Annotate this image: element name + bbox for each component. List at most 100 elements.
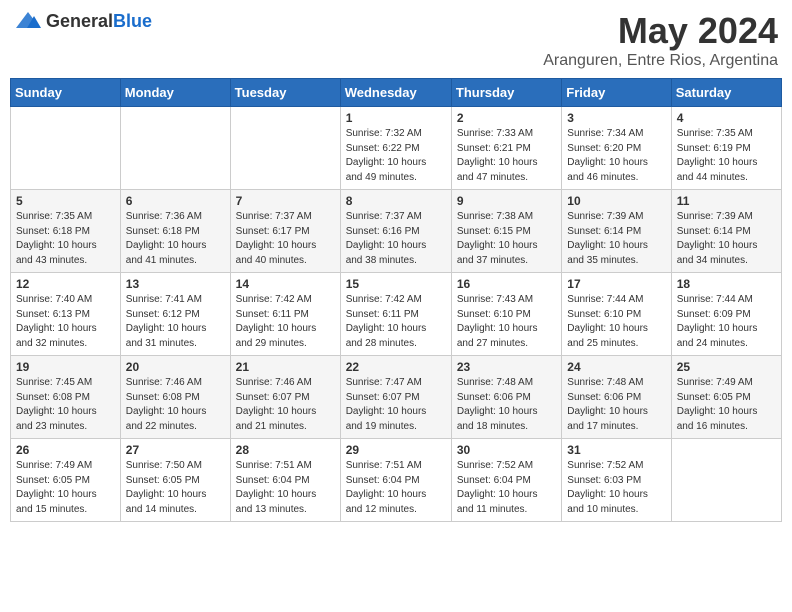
- location-title: Aranguren, Entre Rios, Argentina: [543, 52, 778, 70]
- calendar-day-cell: 15Sunrise: 7:42 AM Sunset: 6:11 PM Dayli…: [340, 273, 451, 356]
- calendar-day-cell: 3 Sunrise: 7:34 AM Sunset: 6:20 PM Daylig…: [562, 107, 671, 190]
- calendar-day-cell: 20Sunrise: 7:46 AM Sunset: 6:08 PM Dayli…: [120, 356, 230, 439]
- calendar-day-cell: 11Sunrise: 7:39 AM Sunset: 6:14 PM Dayli…: [671, 190, 781, 273]
- day-info: Sunrise: 7:49 AM Sunset: 6:05 PM Dayligh…: [16, 459, 115, 517]
- calendar-day-cell: 1 Sunrise: 7:32 AM Sunset: 6:22 PM Daylig…: [340, 107, 451, 190]
- day-info: Sunrise: 7:35 AM Sunset: 6:19 PM Dayligh…: [677, 127, 776, 185]
- calendar-week-row: 1 Sunrise: 7:32 AM Sunset: 6:22 PM Daylig…: [11, 107, 782, 190]
- col-saturday: Saturday: [671, 79, 781, 107]
- calendar-day-cell: 24 Sunrise: 7:48 AM Sunset: 6:06 PM Dayli…: [562, 356, 671, 439]
- day-number: 28: [236, 443, 335, 457]
- day-number: 23: [457, 360, 556, 374]
- day-info: Sunrise: 7:39 AM Sunset: 6:14 PM Dayligh…: [567, 210, 665, 268]
- day-info: Sunrise: 7:52 AM Sunset: 6:03 PM Dayligh…: [567, 459, 665, 517]
- day-number: 12: [16, 277, 115, 291]
- calendar-day-cell: 18Sunrise: 7:44 AM Sunset: 6:09 PM Dayli…: [671, 273, 781, 356]
- day-number: 6: [126, 194, 225, 208]
- calendar-week-row: 19 Sunrise: 7:45 AM Sunset: 6:08 PM Dayli…: [11, 356, 782, 439]
- day-info: Sunrise: 7:44 AM Sunset: 6:10 PM Dayligh…: [567, 293, 665, 351]
- day-info: Sunrise: 7:36 AM Sunset: 6:18 PM Dayligh…: [126, 210, 225, 268]
- col-thursday: Thursday: [451, 79, 561, 107]
- calendar-day-cell: 5 Sunrise: 7:35 AM Sunset: 6:18 PM Daylig…: [11, 190, 121, 273]
- day-info: Sunrise: 7:41 AM Sunset: 6:12 PM Dayligh…: [126, 293, 225, 351]
- day-info: Sunrise: 7:44 AM Sunset: 6:09 PM Dayligh…: [677, 293, 776, 351]
- day-number: 4: [677, 111, 776, 125]
- day-info: Sunrise: 7:37 AM Sunset: 6:16 PM Dayligh…: [346, 210, 446, 268]
- day-number: 8: [346, 194, 446, 208]
- col-wednesday: Wednesday: [340, 79, 451, 107]
- title-area: May 2024 Aranguren, Entre Rios, Argentin…: [543, 10, 778, 70]
- calendar-week-row: 12 Sunrise: 7:40 AM Sunset: 6:13 PM Dayli…: [11, 273, 782, 356]
- day-number: 27: [126, 443, 225, 457]
- calendar-day-cell: [11, 107, 121, 190]
- calendar-day-cell: 4 Sunrise: 7:35 AM Sunset: 6:19 PM Daylig…: [671, 107, 781, 190]
- day-number: 17: [567, 277, 665, 291]
- day-number: 14: [236, 277, 335, 291]
- day-info: Sunrise: 7:32 AM Sunset: 6:22 PM Dayligh…: [346, 127, 446, 185]
- calendar-day-cell: 2 Sunrise: 7:33 AM Sunset: 6:21 PM Daylig…: [451, 107, 561, 190]
- day-number: 3: [567, 111, 665, 125]
- day-number: 24: [567, 360, 665, 374]
- calendar-day-cell: [120, 107, 230, 190]
- day-info: Sunrise: 7:49 AM Sunset: 6:05 PM Dayligh…: [677, 376, 776, 434]
- day-number: 31: [567, 443, 665, 457]
- calendar-week-row: 26 Sunrise: 7:49 AM Sunset: 6:05 PM Dayli…: [11, 439, 782, 522]
- day-info: Sunrise: 7:51 AM Sunset: 6:04 PM Dayligh…: [236, 459, 335, 517]
- day-info: Sunrise: 7:45 AM Sunset: 6:08 PM Dayligh…: [16, 376, 115, 434]
- calendar-day-cell: 17 Sunrise: 7:44 AM Sunset: 6:10 PM Dayli…: [562, 273, 671, 356]
- day-number: 21: [236, 360, 335, 374]
- col-tuesday: Tuesday: [230, 79, 340, 107]
- day-info: Sunrise: 7:37 AM Sunset: 6:17 PM Dayligh…: [236, 210, 335, 268]
- day-info: Sunrise: 7:48 AM Sunset: 6:06 PM Dayligh…: [567, 376, 665, 434]
- day-number: 2: [457, 111, 556, 125]
- col-sunday: Sunday: [11, 79, 121, 107]
- calendar-day-cell: 30Sunrise: 7:52 AM Sunset: 6:04 PM Dayli…: [451, 439, 561, 522]
- day-number: 7: [236, 194, 335, 208]
- calendar-day-cell: 19 Sunrise: 7:45 AM Sunset: 6:08 PM Dayli…: [11, 356, 121, 439]
- calendar-day-cell: 10 Sunrise: 7:39 AM Sunset: 6:14 PM Dayli…: [562, 190, 671, 273]
- day-number: 5: [16, 194, 115, 208]
- calendar-day-cell: 13 Sunrise: 7:41 AM Sunset: 6:12 PM Dayli…: [120, 273, 230, 356]
- day-number: 1: [346, 111, 446, 125]
- calendar-day-cell: 12 Sunrise: 7:40 AM Sunset: 6:13 PM Dayli…: [11, 273, 121, 356]
- day-info: Sunrise: 7:40 AM Sunset: 6:13 PM Dayligh…: [16, 293, 115, 351]
- calendar-day-cell: [671, 439, 781, 522]
- calendar-day-cell: 16 Sunrise: 7:43 AM Sunset: 6:10 PM Dayli…: [451, 273, 561, 356]
- day-number: 20: [126, 360, 225, 374]
- day-info: Sunrise: 7:42 AM Sunset: 6:11 PM Dayligh…: [236, 293, 335, 351]
- day-number: 13: [126, 277, 225, 291]
- day-info: Sunrise: 7:52 AM Sunset: 6:04 PM Dayligh…: [457, 459, 556, 517]
- calendar-day-cell: 26 Sunrise: 7:49 AM Sunset: 6:05 PM Dayli…: [11, 439, 121, 522]
- col-friday: Friday: [562, 79, 671, 107]
- day-number: 19: [16, 360, 115, 374]
- calendar-day-cell: 29Sunrise: 7:51 AM Sunset: 6:04 PM Dayli…: [340, 439, 451, 522]
- calendar-header-row: Sunday Monday Tuesday Wednesday Thursday…: [11, 79, 782, 107]
- col-monday: Monday: [120, 79, 230, 107]
- calendar-day-cell: 8 Sunrise: 7:37 AM Sunset: 6:16 PM Daylig…: [340, 190, 451, 273]
- calendar-day-cell: 6 Sunrise: 7:36 AM Sunset: 6:18 PM Daylig…: [120, 190, 230, 273]
- calendar-day-cell: 9Sunrise: 7:38 AM Sunset: 6:15 PM Daylig…: [451, 190, 561, 273]
- month-title: May 2024: [543, 10, 778, 52]
- calendar-day-cell: 25Sunrise: 7:49 AM Sunset: 6:05 PM Dayli…: [671, 356, 781, 439]
- day-info: Sunrise: 7:43 AM Sunset: 6:10 PM Dayligh…: [457, 293, 556, 351]
- logo-text: GeneralBlue: [46, 11, 152, 32]
- logo: GeneralBlue: [14, 10, 152, 32]
- day-info: Sunrise: 7:50 AM Sunset: 6:05 PM Dayligh…: [126, 459, 225, 517]
- day-number: 10: [567, 194, 665, 208]
- calendar-day-cell: 27 Sunrise: 7:50 AM Sunset: 6:05 PM Dayli…: [120, 439, 230, 522]
- day-number: 11: [677, 194, 776, 208]
- page-header: GeneralBlue May 2024 Aranguren, Entre Ri…: [10, 10, 782, 70]
- day-info: Sunrise: 7:48 AM Sunset: 6:06 PM Dayligh…: [457, 376, 556, 434]
- logo-icon: [14, 10, 42, 32]
- day-number: 16: [457, 277, 556, 291]
- day-number: 26: [16, 443, 115, 457]
- day-info: Sunrise: 7:46 AM Sunset: 6:07 PM Dayligh…: [236, 376, 335, 434]
- calendar-day-cell: 28 Sunrise: 7:51 AM Sunset: 6:04 PM Dayli…: [230, 439, 340, 522]
- day-info: Sunrise: 7:38 AM Sunset: 6:15 PM Dayligh…: [457, 210, 556, 268]
- day-info: Sunrise: 7:42 AM Sunset: 6:11 PM Dayligh…: [346, 293, 446, 351]
- day-number: 29: [346, 443, 446, 457]
- calendar-day-cell: 31 Sunrise: 7:52 AM Sunset: 6:03 PM Dayli…: [562, 439, 671, 522]
- day-info: Sunrise: 7:35 AM Sunset: 6:18 PM Dayligh…: [16, 210, 115, 268]
- day-info: Sunrise: 7:33 AM Sunset: 6:21 PM Dayligh…: [457, 127, 556, 185]
- day-info: Sunrise: 7:34 AM Sunset: 6:20 PM Dayligh…: [567, 127, 665, 185]
